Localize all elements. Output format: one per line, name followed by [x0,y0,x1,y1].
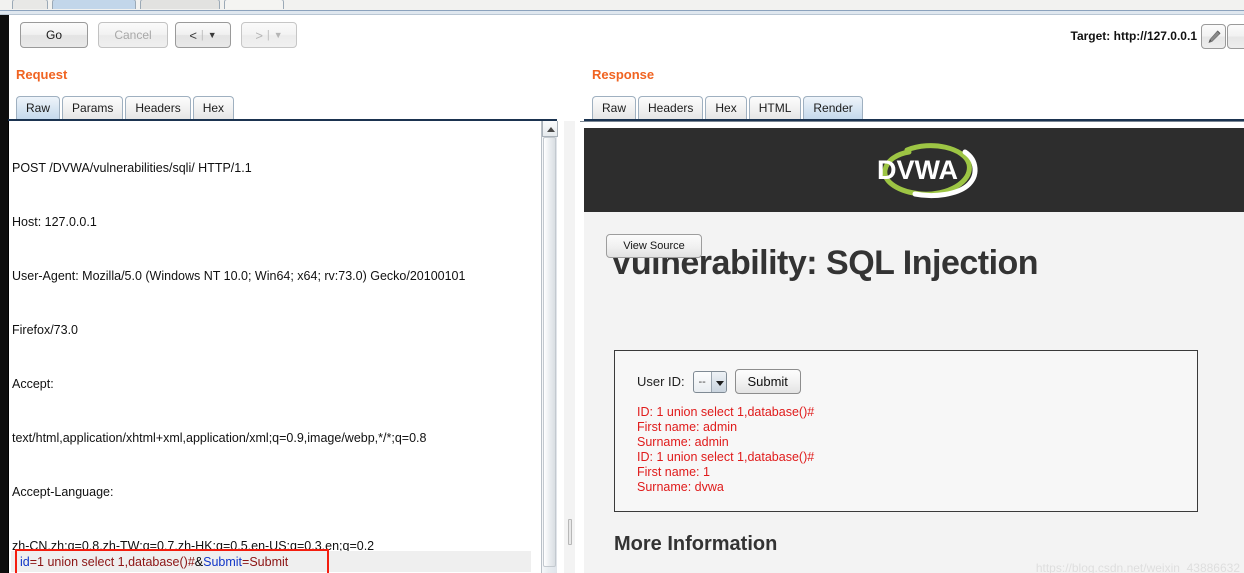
request-line: POST /DVWA/vulnerabilities/sqli/ HTTP/1.… [12,161,252,175]
body-param-separator: & [194,555,204,569]
watermark-text: https://blog.csdn.net/weixin_43886632 [1035,561,1240,573]
splitter-grip[interactable] [568,519,572,545]
tab-request-params[interactable]: Params [62,96,124,120]
burp-repeater-window: Go Cancel < | ▼ > | ▼ Target: http://127… [0,0,1244,573]
tab-request-raw[interactable]: Raw [16,96,61,120]
request-line: User-Agent: Mozilla/5.0 (Windows NT 10.0… [12,269,466,283]
result-line: ID: 1 union select 1,database()# [637,405,815,419]
view-source-button[interactable]: View Source [606,234,702,258]
nav-separator-2: | [266,29,270,41]
submit-button[interactable]: Submit [734,369,801,394]
result-line: First name: 1 [637,465,710,479]
result-line: Surname: dvwa [637,480,724,494]
ghost-tab-2-active[interactable] [52,0,136,9]
sql-results-output: ID: 1 union select 1,database()# First n… [637,405,814,495]
pencil-icon [1208,30,1221,44]
tab-response-hex[interactable]: Hex [705,96,747,120]
request-line: Accept: [12,377,54,391]
chevron-down-icon-2: ▼ [273,30,283,40]
request-line: Firefox/73.0 [12,323,79,337]
previous-request-button[interactable]: < | ▼ [175,22,231,48]
select-chevron-down-icon [710,371,726,392]
tab-response-html[interactable]: HTML [748,96,802,120]
request-tab-bar: Raw Params Headers Hex [16,96,236,120]
tab-response-headers[interactable]: Headers [638,96,704,120]
panel-splitter[interactable] [564,121,575,573]
response-tab-bar: Raw Headers Hex HTML Render [592,96,865,120]
prev-arrow-icon: < [189,27,197,43]
body-param-submit-value: =Submit [242,555,289,569]
ghost-tab-4[interactable] [224,0,284,9]
tab-request-headers[interactable]: Headers [125,96,191,120]
ghost-tab-1[interactable] [12,0,48,9]
page-title: Vulnerability: SQL Injection [610,244,1039,282]
tab-request-hex[interactable]: Hex [192,96,235,120]
next-arrow-icon: > [255,27,263,43]
top-tab-strip [0,0,1244,11]
request-line: Host: 127.0.0.1 [12,215,97,229]
go-button[interactable]: Go [20,22,88,48]
user-id-label: User ID: [637,374,685,389]
ghost-tab-3[interactable] [140,0,220,9]
body-param-id-value: =1 union select 1,database()# [29,555,195,569]
more-information-heading: More Information [614,533,778,555]
result-line: Surname: admin [637,435,729,449]
user-id-form: User ID: -- Submit [637,369,801,394]
repeater-toolbar: Go Cancel < | ▼ > | ▼ Target: http://127… [9,15,1244,59]
result-line: ID: 1 union select 1,database()# [637,450,815,464]
request-line: Accept-Language: [12,485,114,499]
edit-target-button[interactable] [1201,24,1226,49]
tab-response-raw[interactable]: Raw [592,96,637,120]
result-line: First name: admin [637,420,738,434]
user-id-select-value: -- [698,375,706,388]
dvwa-logo-text: DVWA [877,155,958,185]
user-id-select[interactable]: -- [692,370,727,393]
body-param-id-name: id [20,555,30,569]
chevron-down-icon: ▼ [207,30,217,40]
sql-injection-result-box: User ID: -- Submit ID: 1 union select 1,… [614,350,1198,512]
next-request-button: > | ▼ [241,22,297,48]
dvwa-banner: DVWA [584,128,1244,212]
nav-separator: | [200,29,204,41]
body-param-submit-name: Submit [203,555,243,569]
dvwa-logo-icon: DVWA [877,143,978,199]
request-raw-editor[interactable]: POST /DVWA/vulnerabilities/sqli/ HTTP/1.… [8,121,557,573]
scroll-up-arrow-icon[interactable] [542,121,558,137]
secondary-toolbar-button[interactable] [1227,24,1244,49]
tab-response-render[interactable]: Render [803,96,863,120]
request-body-line: id=1 union select 1,database()#&Submit=S… [20,553,288,571]
request-line: text/html,application/xhtml+xml,applicat… [12,431,427,445]
scrollbar-thumb[interactable] [543,137,556,567]
request-raw-text: POST /DVWA/vulnerabilities/sqli/ HTTP/1.… [12,123,532,573]
cancel-button: Cancel [98,22,168,48]
response-render-pane: DVWA Vulnerability: SQL Injection View S… [580,121,1244,573]
request-vertical-scrollbar[interactable] [541,121,558,573]
request-panel-heading: Request [16,67,68,82]
target-label: Target: http://127.0.0.1 [1070,29,1197,43]
rendered-page: DVWA Vulnerability: SQL Injection View S… [584,128,1244,573]
response-panel-heading: Response [592,67,655,82]
